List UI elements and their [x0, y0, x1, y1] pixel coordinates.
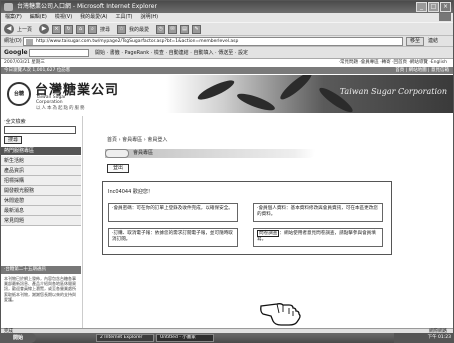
search-label[interactable]: 搜尋: [100, 26, 110, 33]
sidebar-item[interactable]: 招標採購: [1, 176, 81, 186]
section-title-bar: 會員專區: [105, 149, 315, 158]
ie-icon: [4, 3, 13, 11]
menu-help[interactable]: 說明(H): [140, 13, 158, 22]
sidebar-item[interactable]: 休閒遊憩: [1, 196, 81, 206]
company-slogan: 以人本為起點的服務: [36, 106, 86, 111]
star-icon[interactable]: ☆: [117, 24, 127, 34]
sidebar-section-head: 熱門服務專區: [1, 147, 81, 155]
page-icon: [26, 39, 33, 45]
address-bar: 網址(D) http://www.taisugar.com.tw/mypage2…: [1, 36, 453, 47]
leaf-shape: [195, 77, 237, 103]
system-tray: 下午 01:23: [394, 333, 454, 343]
address-label: 網址(D): [4, 38, 22, 44]
back-arrow-icon[interactable]: ◀: [4, 24, 14, 34]
page-top-line: 2007/03/21 星期三 ‧常見問題 ‧會員專區 ‧轉寄 ‧回首頁 ‧網站導…: [1, 59, 453, 67]
pointing-hand-icon: [260, 303, 301, 326]
browser-window: 台灣糖業公司入口網 - Microsoft Internet Explorer …: [0, 0, 454, 343]
banner-image: Taiwan Sugar Corporation: [166, 75, 453, 113]
menu-file[interactable]: 檔案(F): [5, 13, 22, 22]
main-content: 首頁 › 會員專區 › 會員登入 會員專區 登出 Inc04044 歡迎您！ ‧…: [89, 116, 453, 328]
taisugar-logo-icon[interactable]: 台糖: [7, 82, 31, 106]
web-page: 2007/03/21 星期三 ‧常見問題 ‧會員專區 ‧轉寄 ‧回首頁 ‧網站導…: [1, 59, 453, 328]
left-sidebar: ‧全文檢索 搜尋 熱門服務專區 新生活館 產品資訊 招標採購 開發觀光服務 休閒…: [1, 116, 83, 328]
member-panel: Inc04044 歡迎您！ ‧會員密碼：可在你的訂單上登錄及收件完成，以確保安全…: [102, 181, 392, 255]
stop-icon[interactable]: ×: [52, 24, 62, 34]
window-title: 台灣糖業公司入口網 - Microsoft Internet Explorer: [17, 3, 157, 10]
banner-text: Taiwan Sugar Corporation: [339, 87, 447, 96]
newsletter-text: 本刊物已於網上發佈，內容包含台糖各事業部最新訊息、產品介紹與各地區休閒資訊，歡迎…: [4, 276, 76, 302]
links-button[interactable]: 連結: [428, 36, 438, 47]
section-tab-icon: [105, 149, 129, 158]
google-toolbar: Google G- 開始 · 書籤 · PageRank · 檢查 · 自動連結…: [1, 47, 453, 59]
welcome-message: Inc04044 歡迎您！: [108, 189, 153, 195]
windows-logo-icon: [439, 13, 451, 21]
start-button[interactable]: 開始: [0, 333, 36, 343]
sidebar-item[interactable]: 新生活館: [1, 156, 81, 166]
sidebar-menu: 新生活館 產品資訊 招標採購 開發觀光服務 休閒遊憩 最新消息 常見問題: [1, 156, 81, 226]
menu-edit[interactable]: 編輯(E): [30, 13, 47, 22]
google-search-input[interactable]: [29, 49, 89, 57]
back-label[interactable]: 上一頁: [17, 26, 32, 33]
top-links[interactable]: ‧常見問題 ‧會員專區 ‧轉寄 ‧回首頁 ‧網站導覽 ‧English: [339, 59, 447, 67]
site-banner: 台糖 台灣糖業公司 Taiwan Sugar Corporation 以人本為起…: [1, 74, 453, 114]
title-bar: 台灣糖業公司入口網 - Microsoft Internet Explorer …: [1, 1, 453, 13]
greybar-links[interactable]: 首頁 | 網站地圖 | 意見信箱: [395, 67, 449, 74]
site-search-button[interactable]: 搜尋: [4, 136, 22, 144]
breadcrumb[interactable]: 首頁 › 會員專區 › 會員登入: [107, 136, 167, 143]
edit-icon[interactable]: ✎: [192, 24, 202, 34]
member-profile-cell[interactable]: ‧會員個人資料：基本資料修改與會員資訊，可在本區更改您的資料。: [253, 203, 383, 222]
menu-tools[interactable]: 工具(T): [116, 13, 133, 22]
visitor-bar: 今日瀏覽人次 1,001,627 位訪客 首頁 | 網站地圖 | 意見信箱: [1, 67, 453, 74]
minimize-button[interactable]: _: [416, 2, 427, 12]
print-icon[interactable]: ▤: [180, 24, 190, 34]
sidebar-item[interactable]: 常見問題: [1, 216, 81, 226]
taskbar: 開始 2 Internet Explorer Untitled - 小畫家 下午…: [0, 333, 454, 343]
survey-link[interactable]: 問卷調查: [257, 230, 280, 237]
site-search-input[interactable]: [4, 126, 76, 134]
clock[interactable]: 下午 01:23: [428, 335, 451, 340]
sidebar-item[interactable]: 產品資訊: [1, 166, 81, 176]
leaf-shape: [235, 90, 277, 113]
logout-button[interactable]: 登出: [107, 164, 129, 173]
menu-favorites[interactable]: 我的最愛(A): [80, 13, 107, 22]
sidebar-item[interactable]: 開發觀光服務: [1, 186, 81, 196]
sidebar-item[interactable]: 最新消息: [1, 206, 81, 216]
favorites-label[interactable]: 我的最愛: [129, 26, 149, 33]
menu-view[interactable]: 檢視(V): [55, 13, 72, 22]
mail-icon[interactable]: ✉: [168, 24, 178, 34]
section-title: 會員專區: [133, 150, 154, 156]
visitor-count: 今日瀏覽人次 1,001,627 位訪客: [4, 68, 71, 73]
maximize-button[interactable]: □: [428, 2, 439, 12]
survey-cell: 問卷調查 ：網站使用者意見問卷調查，請點擊參與會員填寫。: [253, 228, 383, 247]
history-icon[interactable]: ◷: [156, 24, 166, 34]
member-password-cell[interactable]: ‧會員密碼：可在你的訂單上登錄及收件完成，以確保安全。: [108, 203, 238, 222]
newsletter-head[interactable]: ‧台糖第二十五期通訊: [1, 266, 81, 274]
company-name-en: Taiwan Sugar Corporation: [36, 95, 66, 105]
refresh-icon[interactable]: ↻: [64, 24, 74, 34]
forward-arrow-icon[interactable]: ▶: [39, 24, 50, 34]
leaf-shape: [277, 75, 315, 103]
standard-toolbar: ◀ 上一頁 ▶ × ↻ ⌂ ⌕ 搜尋 ☆ 我的最愛 ◷ ✉ ▤ ✎: [1, 22, 453, 36]
menu-bar: 檔案(F) 編輯(E) 檢視(V) 我的最愛(A) 工具(T) 說明(H): [1, 13, 453, 22]
search-title: ‧全文檢索: [4, 119, 26, 125]
taskbar-item-paint[interactable]: Untitled - 小畫家: [156, 334, 214, 342]
window-controls: _ □ ×: [416, 2, 451, 12]
address-input[interactable]: http://www.taisugar.com.tw/mypage2/TsgSu…: [23, 37, 403, 46]
taskbar-item-ie[interactable]: 2 Internet Explorer: [96, 334, 154, 342]
home-icon[interactable]: ⌂: [76, 24, 86, 34]
go-button[interactable]: 移至: [406, 37, 424, 46]
address-url: http://www.taisugar.com.tw/mypage2/TsgSu…: [36, 39, 239, 44]
close-button[interactable]: ×: [440, 2, 451, 12]
page-date: 2007/03/21 星期三: [4, 60, 45, 65]
newsletter-cell[interactable]: ‧訂購、取消電子報：依據您的需求訂閱電子報，並可隨時取消訂閱。: [108, 228, 238, 247]
search-icon[interactable]: ⌕: [88, 24, 98, 34]
google-toolbar-options[interactable]: 開始 · 書籤 · PageRank · 檢查 · 自動連結 · 自動填入 · …: [95, 47, 248, 59]
